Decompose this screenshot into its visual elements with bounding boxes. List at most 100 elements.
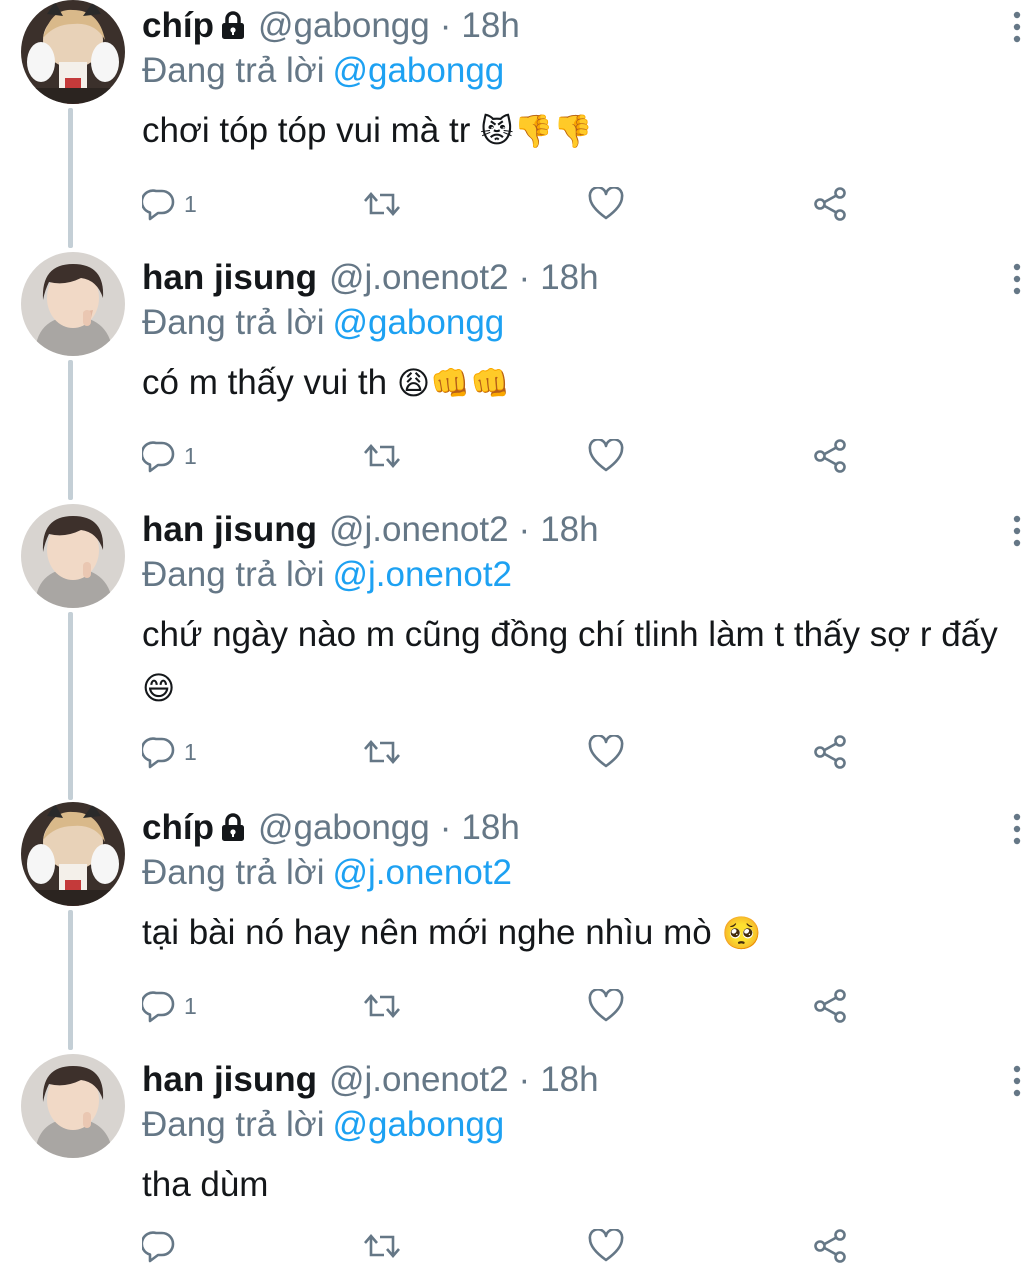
like-button[interactable]: [588, 184, 624, 224]
reply-button[interactable]: 1: [142, 986, 197, 1026]
user-handle[interactable]: @gabongg: [258, 808, 430, 847]
replying-to: Đang trả lời @gabongg: [142, 300, 504, 346]
tweet-header: han jisung @j.onenot2 · 18h: [142, 504, 599, 556]
avatar-chip-image: [21, 802, 125, 906]
tweet-text: có m thấy vui th 😩👊👊: [142, 356, 1022, 410]
retweet-button[interactable]: [362, 184, 402, 224]
like-button[interactable]: [588, 1226, 624, 1266]
avatar[interactable]: [21, 0, 125, 104]
avatar-han-image: [21, 252, 125, 356]
reply-button[interactable]: 1: [142, 436, 197, 476]
retweet-button[interactable]: [362, 1226, 402, 1266]
reply-button[interactable]: 1: [142, 732, 197, 772]
replying-to: Đang trả lời @j.onenot2: [142, 850, 512, 896]
separator-dot: ·: [439, 6, 452, 45]
retweet-icon: [364, 1234, 400, 1258]
like-button[interactable]: [588, 732, 624, 772]
timestamp[interactable]: 18h: [461, 808, 519, 847]
share-icon: [814, 989, 846, 1023]
heart-icon: [588, 439, 624, 472]
more-icon[interactable]: [1011, 262, 1023, 296]
separator-dot: ·: [518, 510, 531, 549]
avatar-han-image: [21, 504, 125, 608]
avatar[interactable]: [21, 802, 125, 906]
heart-icon: [588, 735, 624, 768]
timestamp[interactable]: 18h: [540, 258, 598, 297]
retweet-icon: [364, 740, 400, 764]
tweet-emojis: 😾👎👎: [480, 112, 594, 150]
reply-mention-link[interactable]: @j.onenot2: [332, 853, 512, 892]
user-handle[interactable]: @j.onenot2: [329, 258, 509, 297]
display-name[interactable]: han jisung: [142, 258, 317, 297]
user-handle[interactable]: @j.onenot2: [329, 510, 509, 549]
tweet-actions: [142, 1226, 862, 1266]
reply-button[interactable]: [142, 1226, 176, 1266]
tweet-text: chơi tóp tóp vui mà tr 😾👎👎: [142, 104, 1022, 158]
share-icon: [814, 187, 846, 221]
reply-count: 1: [184, 190, 197, 217]
retweet-button[interactable]: [362, 436, 402, 476]
more-icon[interactable]: [1011, 812, 1023, 846]
heart-icon: [588, 187, 624, 220]
retweet-button[interactable]: [362, 732, 402, 772]
display-name[interactable]: han jisung: [142, 1060, 317, 1099]
like-button[interactable]: [588, 986, 624, 1026]
replying-to-label: Đang trả lời: [142, 853, 325, 892]
avatar-chip-image: [21, 0, 125, 104]
replying-to-label: Đang trả lời: [142, 555, 325, 594]
retweet-icon: [364, 192, 400, 216]
reply-mention-link[interactable]: @gabongg: [332, 303, 504, 342]
tweet-header: chíp @gabongg · 18h: [142, 0, 520, 52]
timestamp[interactable]: 18h: [461, 6, 519, 45]
avatar[interactable]: [21, 1054, 125, 1158]
share-button[interactable]: [812, 1226, 848, 1266]
reply-mention-link[interactable]: @gabongg: [332, 1105, 504, 1144]
user-handle[interactable]: @gabongg: [258, 6, 430, 45]
tweet[interactable]: chíp @gabongg · 18h Đang trả lời @gabongg ch…: [0, 0, 1033, 252]
tweet-header: han jisung @j.onenot2 · 18h: [142, 252, 599, 304]
share-button[interactable]: [812, 732, 848, 772]
like-button[interactable]: [588, 436, 624, 476]
more-icon[interactable]: [1011, 10, 1023, 44]
retweet-button[interactable]: [362, 986, 402, 1026]
tweet[interactable]: han jisung @j.onenot2 · 18h Đang trả lời @j.…: [0, 504, 1033, 802]
reply-mention-link[interactable]: @j.onenot2: [332, 555, 512, 594]
reply-icon: [142, 189, 175, 221]
tweet-text: tại bài nó hay nên mới nghe nhìu mò 🥺: [142, 906, 1022, 960]
display-name[interactable]: chíp: [142, 6, 214, 45]
more-icon[interactable]: [1011, 1064, 1023, 1098]
avatar[interactable]: [21, 252, 125, 356]
lock-icon: [221, 11, 244, 39]
tweet-header: chíp @gabongg · 18h: [142, 802, 520, 854]
tweet[interactable]: chíp @gabongg · 18h Đang trả lời @j.onenot2 …: [0, 802, 1033, 1054]
tweet-actions: 1: [142, 986, 862, 1026]
display-name[interactable]: chíp: [142, 808, 214, 847]
reply-count: 1: [184, 992, 197, 1019]
share-button[interactable]: [812, 436, 848, 476]
user-handle[interactable]: @j.onenot2: [329, 1060, 509, 1099]
separator-dot: ·: [518, 1060, 531, 1099]
avatar-han-image: [21, 1054, 125, 1158]
share-button[interactable]: [812, 986, 848, 1026]
timestamp[interactable]: 18h: [540, 1060, 598, 1099]
replying-to-label: Đang trả lời: [142, 1105, 325, 1144]
share-button[interactable]: [812, 184, 848, 224]
retweet-icon: [364, 994, 400, 1018]
reply-mention-link[interactable]: @gabongg: [332, 51, 504, 90]
more-icon[interactable]: [1011, 514, 1023, 548]
share-icon: [814, 439, 846, 473]
tweet-actions: 1: [142, 732, 862, 772]
tweet-text-content: chơi tóp tóp vui mà tr: [142, 111, 471, 150]
reply-button[interactable]: 1: [142, 184, 197, 224]
tweet[interactable]: han jisung @j.onenot2 · 18h Đang trả lời @ga…: [0, 1054, 1033, 1273]
replying-to-label: Đang trả lời: [142, 303, 325, 342]
display-name[interactable]: han jisung: [142, 510, 317, 549]
tweet-text-content: tại bài nó hay nên mới nghe nhìu mò: [142, 913, 712, 952]
avatar[interactable]: [21, 504, 125, 608]
tweet-text-content: chứ ngày nào m cũng đồng chí tlinh làm t…: [142, 615, 998, 654]
retweet-icon: [364, 444, 400, 468]
timestamp[interactable]: 18h: [540, 510, 598, 549]
tweet[interactable]: han jisung @j.onenot2 · 18h Đang trả lời @ga…: [0, 252, 1033, 504]
tweet-text: tha dùm: [142, 1158, 1022, 1211]
reply-count: 1: [184, 738, 197, 765]
